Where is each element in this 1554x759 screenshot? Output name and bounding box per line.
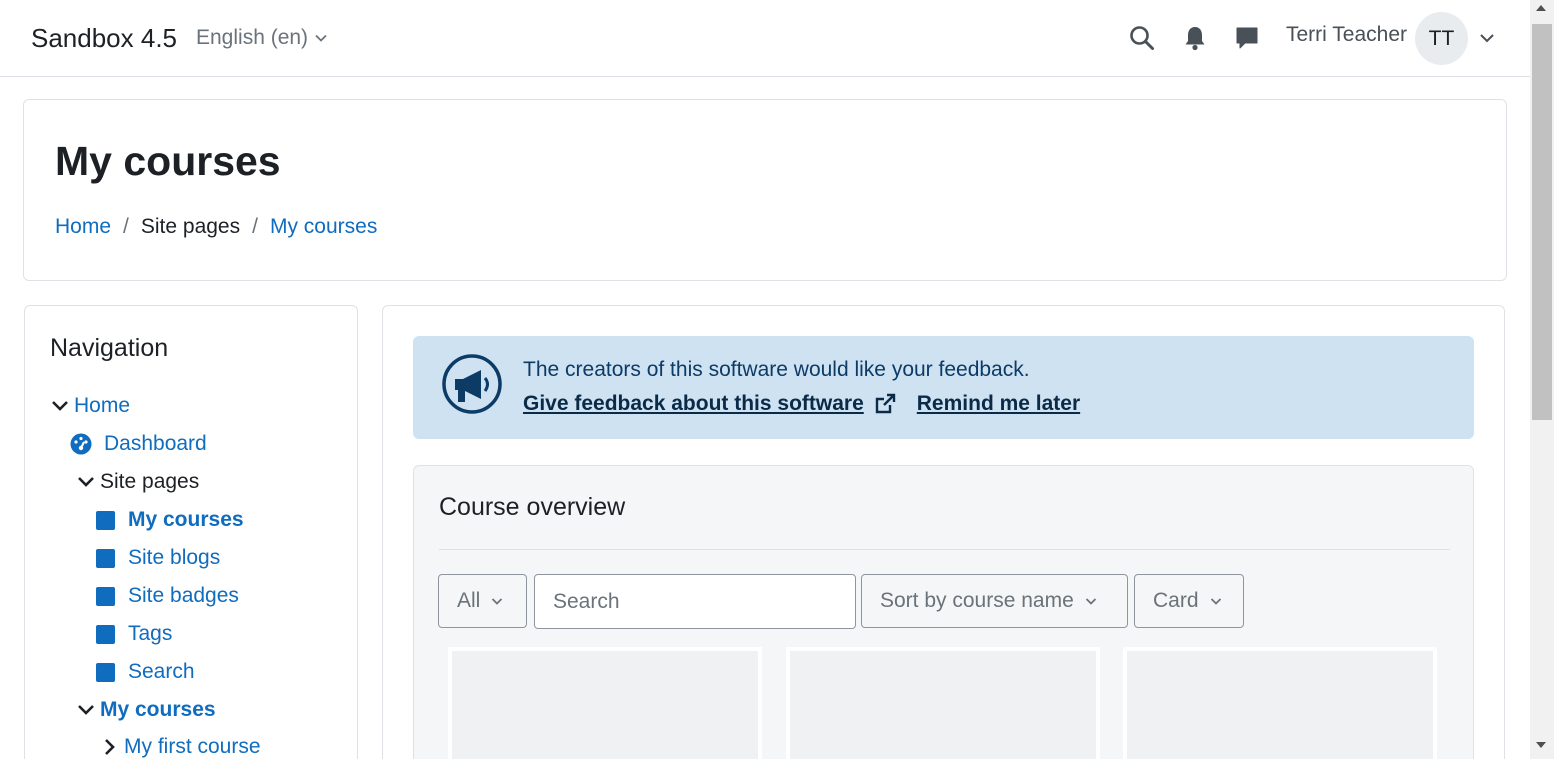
breadcrumb-my-courses[interactable]: My courses <box>270 215 377 239</box>
page-icon <box>96 662 115 682</box>
course-card-placeholder <box>1123 647 1437 759</box>
breadcrumb-separator: / <box>123 215 129 238</box>
messages-icon[interactable] <box>1233 24 1261 52</box>
page-icon <box>96 624 115 644</box>
breadcrumb-site-pages: Site pages <box>140 215 241 238</box>
nav-item-tags[interactable]: Tags <box>96 622 172 646</box>
chevron-down-icon <box>76 472 96 492</box>
view-dropdown[interactable]: Card <box>1134 574 1244 628</box>
nav-item-site-blogs[interactable]: Site blogs <box>96 546 220 570</box>
feedback-message: The creators of this software would like… <box>523 358 1030 381</box>
nav-item-my-courses-page[interactable]: My courses <box>96 508 244 532</box>
chevron-down-icon <box>315 34 327 42</box>
course-search-input[interactable]: Search <box>534 574 856 629</box>
page-icon <box>96 548 115 568</box>
main-region: The creators of this software would like… <box>382 305 1505 759</box>
grouping-value: All <box>457 589 481 612</box>
course-overview-block: Course overview All Search Sort by cours… <box>413 465 1474 759</box>
course-overview-title: Course overview <box>439 493 626 521</box>
course-card-placeholder <box>786 647 1100 759</box>
nav-item-label: Site badges <box>128 584 239 607</box>
nav-item-label: Home <box>74 394 131 417</box>
breadcrumb-home[interactable]: Home <box>55 215 111 239</box>
nav-item-label: My first course <box>124 735 261 758</box>
remind-later-link[interactable]: Remind me later <box>917 392 1080 416</box>
nav-item-search[interactable]: Search <box>96 660 195 684</box>
language-menu[interactable]: English (en) <box>196 26 328 50</box>
chevron-down-icon <box>1085 598 1096 605</box>
chevron-down-icon <box>50 396 70 416</box>
breadcrumb: Home / Site pages / My courses <box>55 215 377 239</box>
nav-item-my-first-course[interactable]: My first course <box>100 735 261 759</box>
external-link-icon <box>875 393 895 414</box>
page-icon <box>96 510 115 530</box>
nav-item-my-courses[interactable]: My courses <box>76 698 216 722</box>
course-card-placeholder <box>448 647 762 759</box>
bell-icon[interactable] <box>1181 24 1209 52</box>
top-navbar: Sandbox 4.5 English (en) Terri Teacher T… <box>0 0 1530 77</box>
chevron-down-icon <box>492 598 503 605</box>
chevron-down-icon <box>1210 598 1221 605</box>
dashboard-icon <box>70 433 92 455</box>
nav-item-label: Site blogs <box>128 546 221 569</box>
nav-item-label: My courses <box>128 508 244 531</box>
chevron-right-icon <box>100 737 120 757</box>
chevron-down-icon <box>76 700 96 720</box>
page-title: My courses <box>55 138 281 184</box>
language-label: English (en) <box>196 26 309 49</box>
scroll-down-arrow-icon[interactable] <box>1536 742 1546 748</box>
nav-item-dashboard[interactable]: Dashboard <box>70 432 207 456</box>
chevron-down-icon[interactable] <box>1478 29 1496 47</box>
sort-value: Sort by course name <box>880 589 1074 612</box>
view-value: Card <box>1153 589 1199 612</box>
nav-item-label: Tags <box>128 622 173 645</box>
feedback-links: Give feedback about this software Remind… <box>523 392 1080 416</box>
scrollbar-thumb[interactable] <box>1532 24 1552 420</box>
nav-item-label: My courses <box>100 698 216 721</box>
navigation-block: Navigation Home Dashboard Site pages My … <box>24 305 358 759</box>
grouping-dropdown[interactable]: All <box>438 574 527 628</box>
search-placeholder: Search <box>553 589 620 613</box>
nav-item-home[interactable]: Home <box>50 394 130 418</box>
user-name[interactable]: Terri Teacher <box>1286 23 1407 47</box>
sort-dropdown[interactable]: Sort by course name <box>861 574 1128 628</box>
nav-item-label: Dashboard <box>104 432 207 455</box>
feedback-alert: The creators of this software would like… <box>413 336 1474 439</box>
navigation-title: Navigation <box>50 334 169 362</box>
give-feedback-link[interactable]: Give feedback about this software <box>523 392 864 416</box>
scroll-up-arrow-icon[interactable] <box>1536 5 1546 11</box>
avatar[interactable]: TT <box>1415 12 1468 65</box>
page-header: My courses Home / Site pages / My course… <box>23 99 1507 281</box>
nav-item-label: Search <box>128 660 195 683</box>
divider <box>439 549 1450 550</box>
page-icon <box>96 586 115 606</box>
nav-item-label: Site pages <box>100 470 200 493</box>
megaphone-icon <box>442 354 502 414</box>
site-brand[interactable]: Sandbox 4.5 <box>31 23 177 54</box>
breadcrumb-separator: / <box>252 215 258 238</box>
nav-item-site-badges[interactable]: Site badges <box>96 584 239 608</box>
search-icon[interactable] <box>1128 24 1156 52</box>
nav-item-site-pages[interactable]: Site pages <box>76 470 199 494</box>
